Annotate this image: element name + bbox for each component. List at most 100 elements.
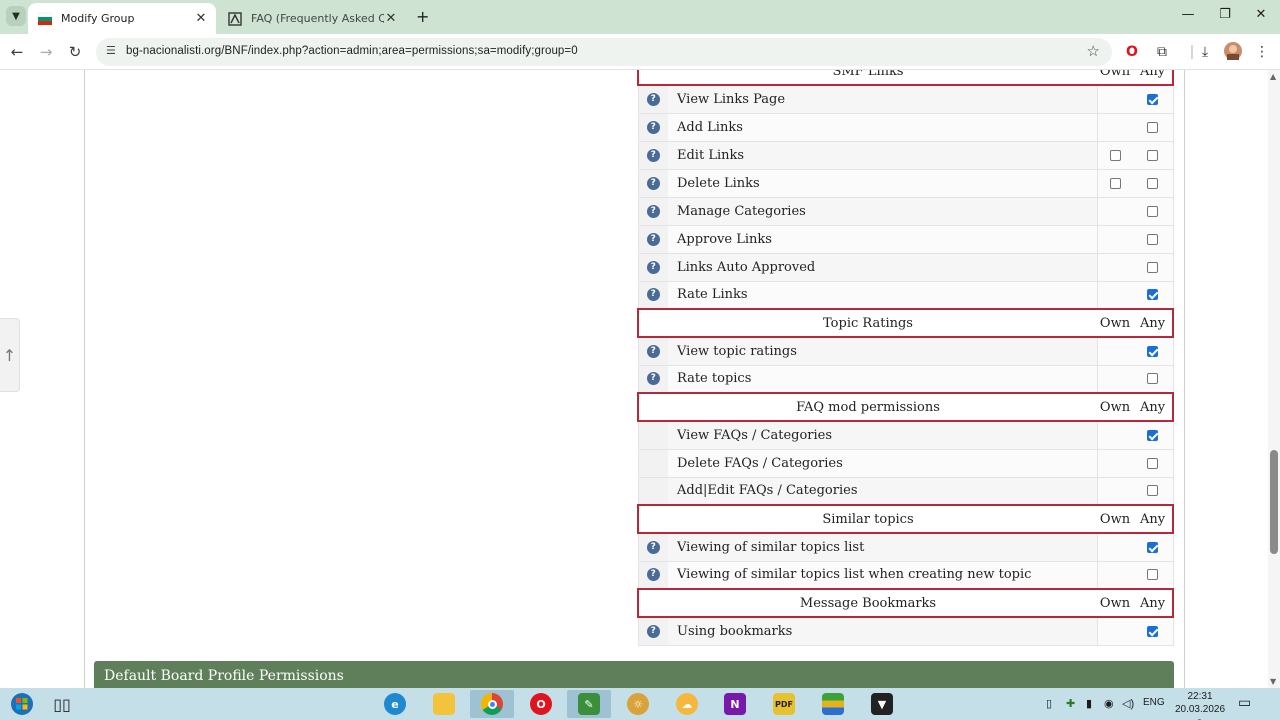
any-checkbox[interactable] bbox=[1147, 289, 1159, 301]
permission-row: ? Rate topics bbox=[637, 365, 1174, 394]
chrome-icon bbox=[481, 693, 503, 715]
browser-toolbar: ← → ↻ ☰ bg-nacionalisti.org/BNF/index.ph… bbox=[0, 34, 1280, 70]
taskbar-notepad[interactable]: ✎ bbox=[567, 690, 611, 718]
permission-label: Using bookmarks bbox=[668, 617, 1097, 646]
back-button[interactable]: ← bbox=[6, 41, 28, 63]
permission-row: ? Manage Categories bbox=[637, 197, 1174, 226]
taskbar-explorer[interactable] bbox=[422, 690, 466, 718]
usb-icon[interactable]: ▯ bbox=[1046, 697, 1052, 710]
page-scrollbar[interactable]: ▲ ▼ bbox=[1268, 70, 1280, 688]
scrollbar-thumb[interactable] bbox=[1270, 450, 1278, 554]
help-icon[interactable]: ? bbox=[646, 176, 660, 190]
tab-modify-group[interactable]: Modify Group ✕ bbox=[28, 3, 216, 34]
help-icon[interactable]: ? bbox=[646, 540, 660, 554]
extensions-puzzle-icon[interactable]: ⧉ bbox=[1152, 42, 1172, 62]
help-icon[interactable]: ? bbox=[646, 232, 660, 246]
any-checkbox[interactable] bbox=[1147, 149, 1159, 161]
permission-row: ? Add Links bbox=[637, 113, 1174, 142]
more-menu-icon[interactable]: ⋮ bbox=[1252, 42, 1272, 62]
avatar[interactable] bbox=[1223, 42, 1243, 62]
scroll-to-top-button[interactable]: ↑ bbox=[0, 318, 20, 392]
taskbar-app-fox[interactable]: ▼ bbox=[860, 690, 904, 718]
shield-icon[interactable]: ✚ bbox=[1066, 697, 1075, 710]
language-indicator[interactable]: ENG bbox=[1143, 697, 1165, 708]
clock-time: 22:31 bbox=[1187, 691, 1213, 702]
any-checkbox[interactable] bbox=[1147, 121, 1159, 133]
help-icon[interactable]: ? bbox=[646, 624, 660, 638]
battery-icon[interactable]: ▮ bbox=[1086, 697, 1092, 710]
help-icon[interactable]: ? bbox=[646, 120, 660, 134]
any-checkbox[interactable] bbox=[1147, 541, 1159, 553]
taskbar-books[interactable] bbox=[811, 690, 855, 718]
scroll-down-arrow-icon[interactable]: ▼ bbox=[1270, 677, 1276, 686]
permission-label: Add Links bbox=[668, 113, 1097, 142]
help-icon[interactable]: ? bbox=[646, 344, 660, 358]
site-info-icon[interactable]: ☰ bbox=[106, 44, 116, 57]
windows-taskbar: ▯▯ e O ✎ ☼ ☁ N PDF ▼ ▯ ✚ ▮ ◉ ◁) ENG 22:3… bbox=[0, 688, 1280, 720]
help-icon[interactable]: ? bbox=[646, 204, 660, 218]
help-icon[interactable]: ? bbox=[646, 288, 660, 302]
own-checkbox[interactable] bbox=[1109, 149, 1121, 161]
any-checkbox[interactable] bbox=[1147, 457, 1159, 469]
own-checkbox[interactable] bbox=[1109, 177, 1121, 189]
volume-icon[interactable]: ◁) bbox=[1122, 697, 1134, 710]
help-cell: ? bbox=[637, 253, 668, 282]
taskbar-onenote[interactable]: N bbox=[713, 690, 757, 718]
reload-button[interactable]: ↻ bbox=[64, 41, 86, 63]
permission-row: ? Delete Links bbox=[637, 169, 1174, 198]
tab-title: Modify Group bbox=[61, 12, 135, 25]
close-tab-icon[interactable]: ✕ bbox=[384, 11, 398, 26]
opera-icon[interactable]: O bbox=[1122, 42, 1142, 62]
permission-label: Rate topics bbox=[668, 365, 1097, 394]
start-button[interactable] bbox=[0, 690, 44, 718]
own-cell bbox=[1096, 477, 1133, 506]
fox-app-icon: ▼ bbox=[871, 693, 893, 715]
forward-button[interactable]: → bbox=[35, 41, 57, 63]
notifications-icon[interactable]: ▭ bbox=[1238, 694, 1251, 711]
network-icon[interactable]: ◉ bbox=[1104, 697, 1114, 710]
help-icon[interactable]: ? bbox=[646, 92, 660, 106]
any-checkbox[interactable] bbox=[1147, 569, 1159, 581]
close-tab-icon[interactable]: ✕ bbox=[194, 11, 208, 26]
tab-faq[interactable]: FAQ (Frequently Asked Questio ✕ bbox=[218, 3, 406, 34]
any-checkbox[interactable] bbox=[1147, 205, 1159, 217]
any-checkbox[interactable] bbox=[1147, 485, 1159, 497]
any-checkbox[interactable] bbox=[1147, 93, 1159, 105]
any-checkbox[interactable] bbox=[1147, 625, 1159, 637]
taskbar-chrome[interactable] bbox=[470, 690, 514, 718]
any-checkbox[interactable] bbox=[1147, 429, 1159, 441]
any-checkbox[interactable] bbox=[1147, 345, 1159, 357]
task-view-button[interactable]: ▯▯ bbox=[40, 690, 84, 718]
taskbar-weather[interactable]: ☁ bbox=[665, 690, 709, 718]
help-icon[interactable]: ? bbox=[646, 372, 660, 386]
any-cell bbox=[1133, 477, 1174, 506]
taskbar-opera[interactable]: O bbox=[519, 690, 563, 718]
minimize-button[interactable]: — bbox=[1178, 7, 1198, 22]
tab-title: FAQ (Frequently Asked Questio bbox=[251, 12, 384, 25]
restore-button[interactable]: ❐ bbox=[1215, 7, 1235, 22]
edge-icon: e bbox=[384, 693, 406, 715]
download-icon[interactable]: ⤓ bbox=[1195, 42, 1215, 62]
taskbar-app-sun[interactable]: ☼ bbox=[616, 690, 660, 718]
clock[interactable]: 22:31 20.03.2026 г. bbox=[1172, 690, 1228, 720]
help-icon[interactable]: ? bbox=[646, 260, 660, 274]
scroll-up-arrow-icon[interactable]: ▲ bbox=[1270, 72, 1276, 81]
close-window-button[interactable]: ✕ bbox=[1251, 7, 1271, 22]
help-icon[interactable]: ? bbox=[646, 148, 660, 162]
help-cell bbox=[637, 449, 668, 478]
group-title: Message Bookmarks bbox=[637, 588, 1097, 618]
notepad-icon: ✎ bbox=[578, 693, 600, 715]
windows-logo-icon bbox=[11, 693, 33, 715]
bookmark-star-icon[interactable]: ☆ bbox=[1087, 42, 1100, 60]
taskbar-edge[interactable]: e bbox=[373, 690, 417, 718]
any-checkbox[interactable] bbox=[1147, 177, 1159, 189]
new-tab-button[interactable]: + bbox=[416, 7, 429, 26]
help-icon[interactable]: ? bbox=[646, 568, 660, 582]
tab-search-button[interactable]: ▼ bbox=[6, 6, 26, 26]
address-bar[interactable]: ☰ bg-nacionalisti.org/BNF/index.php?acti… bbox=[96, 38, 1112, 66]
taskbar-pdf[interactable]: PDF bbox=[762, 690, 806, 718]
any-checkbox[interactable] bbox=[1147, 261, 1159, 273]
any-checkbox[interactable] bbox=[1147, 233, 1159, 245]
permission-group-header: Message Bookmarks Own Any bbox=[637, 588, 1174, 618]
any-checkbox[interactable] bbox=[1147, 373, 1159, 385]
